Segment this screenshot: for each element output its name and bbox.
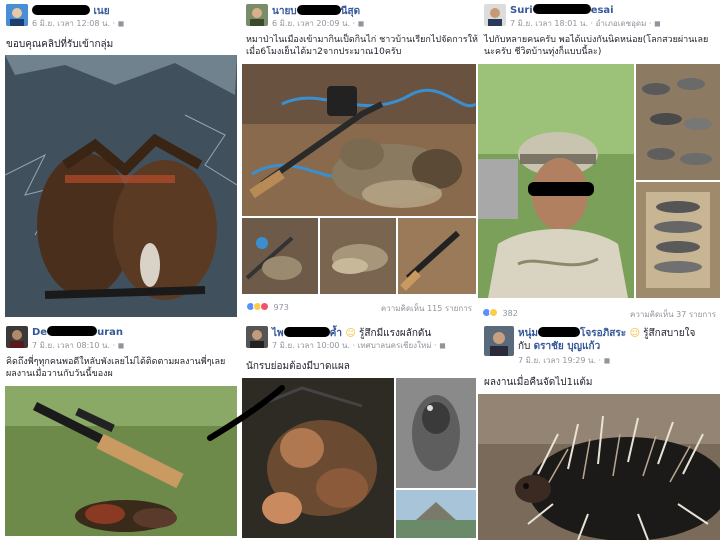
post-photo-thumb[interactable]	[242, 218, 318, 294]
post-photo-main[interactable]	[242, 64, 476, 216]
post-caption: ขอบคุณคลิปที่รับเข้ากลุ่ม	[6, 39, 114, 50]
post-photo-thumb[interactable]	[636, 182, 720, 298]
post-card: ไพ ค้ำ ☺ รู้สึกมีแรงผลักดัน 7 มิ.ย. เวลา …	[240, 322, 478, 540]
post-photo-thumb[interactable]	[320, 218, 396, 294]
avatar[interactable]	[246, 4, 268, 26]
post-caption: ผลงานเมื่อคืนจัดไป1แต้ม	[484, 377, 593, 388]
redaction-bar	[283, 327, 330, 337]
comments-count[interactable]: ความคิดเห็น 115 รายการ	[381, 302, 472, 315]
redaction-bar	[532, 4, 591, 14]
smiling-face-icon: ☺	[345, 328, 356, 339]
post-caption: หมาป่าไนเมืองเข้ามากินเป็ดกินไก่ ชาวบ้าน…	[246, 35, 478, 57]
author-name[interactable]: De uran	[32, 326, 123, 338]
avatar[interactable]	[6, 4, 28, 26]
post-card: Suri esai 7 มิ.ย. เวลา 18:01 น. · อำเภอเด…	[478, 0, 720, 320]
post-card: นายบ นีสุด 6 มิ.ย. เวลา 20:09 น. · ◼ หมาป…	[240, 0, 478, 320]
redaction-bar	[296, 5, 341, 15]
redaction-bar	[538, 327, 581, 337]
post-photo-thumb[interactable]	[396, 378, 476, 488]
globe-icon: ◼	[654, 19, 661, 28]
reactions-bar[interactable]: 973	[246, 302, 289, 312]
post-meta[interactable]: 7 มิ.ย. เวลา 10:00 น. · เทศบาลนครเชียงให…	[272, 339, 446, 352]
post-photo-main[interactable]	[242, 378, 394, 538]
post-meta[interactable]: 6 มิ.ย. เวลา 12:08 น. · ◼	[32, 17, 124, 30]
post-caption: คิดถึงพี่ๆทุกคนพอดีใหลับพังเลยไม่ได้ติดต…	[6, 357, 226, 379]
reactions-bar[interactable]: 382	[482, 308, 518, 318]
post-card: De uran 7 มิ.ย. เวลา 08:10 น. · ◼ คิดถึงพ…	[0, 322, 240, 540]
tagged-friend[interactable]: กับ ดราชัย บุญแก้ว	[518, 339, 600, 354]
redaction-bar	[32, 5, 90, 15]
wow-icon	[489, 308, 498, 317]
globe-icon: ◼	[603, 356, 611, 365]
reactions-count: 973	[273, 303, 289, 312]
love-icon	[260, 302, 269, 311]
post-meta[interactable]: 7 มิ.ย. เวลา 08:10 น. · ◼	[32, 339, 124, 352]
post-photo[interactable]	[5, 386, 237, 536]
post-photo-main[interactable]	[478, 64, 634, 298]
post-card: เนย 6 มิ.ย. เวลา 12:08 น. · ◼ ขอบคุณคลิป…	[0, 0, 240, 320]
post-photo[interactable]	[5, 55, 237, 317]
globe-icon: ◼	[357, 19, 365, 28]
smiling-face-icon: ☺	[629, 328, 640, 339]
post-photo[interactable]	[478, 394, 720, 540]
post-photo-thumb[interactable]	[398, 218, 476, 294]
globe-icon: ◼	[117, 341, 125, 350]
avatar[interactable]	[484, 326, 514, 356]
globe-icon: ◼	[439, 341, 446, 350]
reactions-count: 382	[502, 309, 518, 318]
comments-count[interactable]: ความคิดเห็น 37 รายการ	[630, 308, 716, 320]
post-caption: ไปกับหลายคนครับ พอได้แบ่งกันนิดหน่อย(โลก…	[484, 35, 709, 57]
globe-icon: ◼	[117, 19, 125, 28]
avatar[interactable]	[484, 4, 506, 26]
post-card: หนุ่ม โจรอภิสระ ☺ รู้สึกสบายใจ กับ ดราชัย…	[478, 322, 720, 540]
redaction-bar	[47, 326, 98, 336]
post-meta[interactable]: 7 มิ.ย. เวลา 18:01 น. · อำเภอเดชอุดม · ◼	[510, 17, 661, 30]
post-photo-thumb[interactable]	[396, 490, 476, 538]
post-caption: นักรบย่อมต้องมีบาดแผล	[246, 361, 350, 372]
post-meta[interactable]: 7 มิ.ย. เวลา 19:29 น. · ◼	[518, 354, 610, 367]
author-name[interactable]: Suri esai	[510, 4, 614, 16]
avatar[interactable]	[246, 326, 268, 348]
avatar[interactable]	[6, 326, 28, 348]
post-photo-thumb[interactable]	[636, 64, 720, 180]
post-meta[interactable]: 6 มิ.ย. เวลา 20:09 น. · ◼	[272, 17, 364, 30]
